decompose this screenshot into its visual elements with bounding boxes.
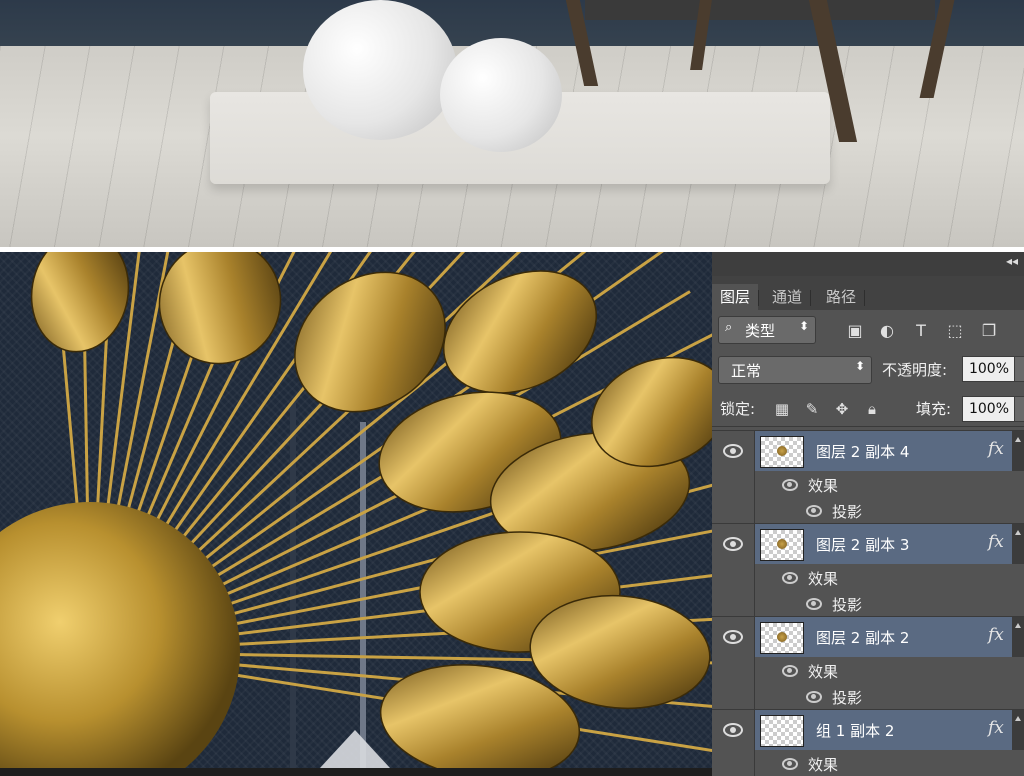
scrollbar-track[interactable] (1012, 524, 1024, 564)
effects-row[interactable]: 效果 (712, 564, 1024, 590)
gold-sun-center (0, 502, 240, 768)
effect-drop-shadow-label: 投影 (832, 689, 863, 707)
decor-bar (290, 402, 296, 768)
layer-row[interactable]: 图层 2 副本 3 fx (712, 523, 1024, 564)
layer-row[interactable]: 组 1 副本 2 fx (712, 709, 1024, 750)
effect-eye-icon[interactable] (806, 505, 822, 517)
effect-item-row[interactable]: 投影 (712, 497, 1024, 523)
effects-label: 效果 (808, 663, 839, 681)
effects-eye-icon[interactable] (782, 665, 798, 677)
tab-paths[interactable]: 路径 (818, 284, 866, 310)
blend-opacity-row: 正常 ⬍ 不透明度: 100% (712, 352, 1024, 386)
visibility-eye-icon[interactable] (723, 630, 743, 644)
silver-triangle (320, 730, 390, 768)
chair-seat (585, 0, 935, 20)
fx-icon[interactable]: fx (988, 718, 1004, 738)
opacity-slider-toggle[interactable] (1014, 356, 1024, 382)
effects-row[interactable]: 效果 (712, 471, 1024, 497)
opacity-input[interactable]: 100% (962, 356, 1016, 382)
layer-row[interactable]: 图层 2 副本 4 fx (712, 430, 1024, 471)
fx-icon[interactable]: fx (988, 532, 1004, 552)
gold-petal (158, 252, 282, 365)
effect-item-row[interactable]: 投影 (712, 590, 1024, 616)
opacity-label: 不透明度: (882, 361, 948, 379)
fill-input[interactable]: 100% (962, 396, 1016, 422)
lock-transparent-icon[interactable]: ▦ (772, 398, 792, 420)
smart-object-filter-icon[interactable]: ❐ (978, 320, 1000, 342)
effect-item-row[interactable]: 投影 (712, 683, 1024, 709)
effects-label: 效果 (808, 570, 839, 588)
effects-eye-icon[interactable] (782, 572, 798, 584)
layer-name: 组 1 副本 2 (816, 722, 895, 740)
scrollbar-track[interactable] (1012, 617, 1024, 657)
lock-all-icon[interactable]: 🔒︎ (862, 398, 882, 420)
layer-list: 图层 2 副本 4 fx 效果 投影 图层 2 副本 3 fx 效果 投影 图层… (712, 428, 1024, 776)
effects-label: 效果 (808, 756, 839, 774)
blend-mode-value: 正常 (731, 362, 762, 380)
layer-filter-row: ⌕ 类型 ⬍ ▣ ◐ T ⬚ ❐ (712, 312, 1024, 348)
scrollbar-up-arrow[interactable] (1012, 431, 1024, 471)
layer-row[interactable]: 图层 2 副本 2 fx (712, 616, 1024, 657)
gold-artwork-canvas (0, 252, 712, 768)
gold-petal (442, 270, 598, 394)
layer-name: 图层 2 副本 2 (816, 629, 910, 647)
tab-layers-label: 图层 (720, 288, 751, 306)
type-filter-icon[interactable]: T (910, 320, 932, 342)
effects-row[interactable]: 效果 (712, 750, 1024, 776)
effect-drop-shadow-label: 投影 (832, 596, 863, 614)
filter-kind-select[interactable]: ⌕ 类型 ⬍ (718, 316, 816, 344)
effects-label: 效果 (808, 477, 839, 495)
layer-name: 图层 2 副本 4 (816, 443, 910, 461)
lock-position-icon[interactable]: ✥ (832, 398, 852, 420)
layer-thumbnail (760, 715, 804, 747)
visibility-eye-icon[interactable] (723, 537, 743, 551)
gold-flower-artwork (0, 252, 712, 768)
lock-paint-icon[interactable]: ✎ (802, 398, 822, 420)
panel-title-bar (712, 252, 1024, 276)
layer-thumbnail (760, 622, 804, 654)
layers-panel: ◂◂ 图层 通道 路径 ⌕ 类型 ⬍ ▣ ◐ T ⬚ ❐ 正常 ⬍ 不透明度: (712, 252, 1024, 776)
layer-thumbnail (760, 529, 804, 561)
scrollbar-track[interactable] (1012, 710, 1024, 750)
decor-bar (360, 422, 366, 768)
fx-icon[interactable]: fx (988, 439, 1004, 459)
shape-filter-icon[interactable]: ⬚ (944, 320, 966, 342)
filter-kind-label: 类型 (745, 322, 776, 340)
layer-name: 图层 2 副本 3 (816, 536, 910, 554)
lock-fill-row: 锁定: ▦ ✎ ✥ 🔒︎ 填充: 100% (712, 392, 1024, 427)
effects-eye-icon[interactable] (782, 758, 798, 770)
select-arrows-icon: ⬍ (798, 319, 809, 333)
geometric-sphere-small (440, 38, 562, 152)
tab-channels-label: 通道 (772, 288, 803, 306)
fill-slider-toggle[interactable] (1014, 396, 1024, 422)
visibility-eye-icon[interactable] (723, 723, 743, 737)
search-icon: ⌕ (725, 320, 733, 335)
adjustment-filter-icon[interactable]: ◐ (876, 320, 898, 342)
fx-icon[interactable]: fx (988, 625, 1004, 645)
lock-label: 锁定: (720, 400, 756, 418)
image-filter-icon[interactable]: ▣ (844, 320, 866, 342)
select-arrows-icon: ⬍ (854, 359, 865, 373)
room-preview-image (0, 0, 1024, 247)
layer-thumbnail (760, 436, 804, 468)
effects-row[interactable]: 效果 (712, 657, 1024, 683)
tab-layers[interactable]: 图层 (712, 284, 760, 310)
visibility-eye-icon[interactable] (723, 444, 743, 458)
double-chevron-left-icon[interactable]: ◂◂ (1006, 254, 1018, 268)
geometric-sphere-large (303, 0, 457, 140)
effect-eye-icon[interactable] (806, 691, 822, 703)
gold-petal (30, 252, 130, 353)
effects-eye-icon[interactable] (782, 479, 798, 491)
effect-drop-shadow-label: 投影 (832, 503, 863, 521)
tab-channels[interactable]: 通道 (764, 284, 812, 310)
blend-mode-select[interactable]: 正常 ⬍ (718, 356, 872, 384)
panel-tabs: 图层 通道 路径 (712, 276, 1024, 310)
effect-eye-icon[interactable] (806, 598, 822, 610)
tab-paths-label: 路径 (826, 288, 857, 306)
fill-label: 填充: (916, 400, 952, 418)
